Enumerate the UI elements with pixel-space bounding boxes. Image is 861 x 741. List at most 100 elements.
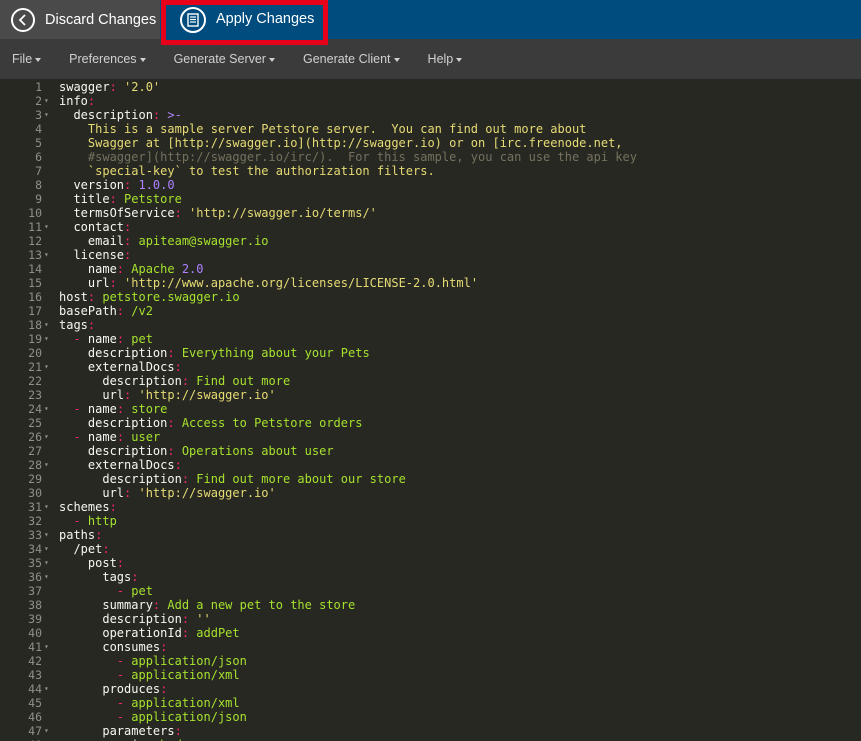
code-text: This is a sample server Petstore server.… bbox=[59, 122, 587, 136]
code-line[interactable]: 2 ▾ info: bbox=[0, 94, 861, 108]
code-line[interactable]: 47 ▾ parameters: bbox=[0, 724, 861, 738]
code-line[interactable]: 46 - application/json bbox=[0, 710, 861, 724]
menu-generate-server[interactable]: Generate Server bbox=[174, 52, 275, 66]
code-line[interactable]: 10 termsOfService: 'http://swagger.io/te… bbox=[0, 206, 861, 220]
fold-arrow-icon[interactable]: ▾ bbox=[44, 570, 52, 584]
line-number: 3 bbox=[35, 108, 42, 122]
code-line[interactable]: 20 description: Everything about your Pe… bbox=[0, 346, 861, 360]
code-line[interactable]: 31 ▾ schemes: bbox=[0, 500, 861, 514]
code-line[interactable]: 41 ▾ consumes: bbox=[0, 640, 861, 654]
fold-arrow-icon[interactable]: ▾ bbox=[44, 458, 52, 472]
line-number: 21 bbox=[28, 360, 42, 374]
code-line[interactable]: 18 ▾ tags: bbox=[0, 318, 861, 332]
code-line[interactable]: 14 name: Apache 2.0 bbox=[0, 262, 861, 276]
code-line[interactable]: 30 url: 'http://swagger.io' bbox=[0, 486, 861, 500]
code-text: description: Operations about user bbox=[59, 444, 334, 458]
yaml-code-editor[interactable]: 1 swagger: '2.0' 2 ▾ info: 3 ▾ description: >-… bbox=[0, 79, 861, 741]
code-line[interactable]: 24 ▾ - name: store bbox=[0, 402, 861, 416]
line-number: 27 bbox=[28, 444, 42, 458]
line-number: 19 bbox=[28, 332, 42, 346]
code-line[interactable]: 12 email: apiteam@swagger.io bbox=[0, 234, 861, 248]
fold-arrow-icon[interactable]: ▾ bbox=[44, 500, 52, 514]
code-line[interactable]: 34 ▾ /pet: bbox=[0, 542, 861, 556]
fold-arrow-icon[interactable]: ▾ bbox=[44, 94, 52, 108]
code-line[interactable]: 44 ▾ produces: bbox=[0, 682, 861, 696]
line-number: 45 bbox=[28, 696, 42, 710]
fold-arrow-icon[interactable]: ▾ bbox=[44, 318, 52, 332]
code-line[interactable]: 26 ▾ - name: user bbox=[0, 430, 861, 444]
menu-help[interactable]: Help bbox=[428, 52, 463, 66]
fold-arrow-icon[interactable]: ▾ bbox=[44, 430, 52, 444]
line-number: 36 bbox=[28, 570, 42, 584]
fold-arrow-icon[interactable]: ▾ bbox=[44, 640, 52, 654]
code-line[interactable]: 3 ▾ description: >- bbox=[0, 108, 861, 122]
code-text: info: bbox=[59, 94, 96, 108]
line-number: 1 bbox=[35, 80, 42, 94]
fold-arrow-icon[interactable]: ▾ bbox=[44, 542, 52, 556]
code-line[interactable]: 33 ▾ paths: bbox=[0, 528, 861, 542]
fold-arrow-icon[interactable]: ▾ bbox=[44, 108, 52, 122]
code-line[interactable]: 29 description: Find out more about our … bbox=[0, 472, 861, 486]
fold-arrow-icon[interactable]: ▾ bbox=[44, 556, 52, 570]
line-number: 38 bbox=[28, 598, 42, 612]
code-line[interactable]: 9 title: Petstore bbox=[0, 192, 861, 206]
caret-down-icon bbox=[456, 57, 463, 62]
code-line[interactable]: 35 ▾ post: bbox=[0, 556, 861, 570]
fold-arrow-icon[interactable]: ▾ bbox=[44, 220, 52, 234]
code-line[interactable]: 38 summary: Add a new pet to the store bbox=[0, 598, 861, 612]
code-line[interactable]: 7 `special-key` to test the authorizatio… bbox=[0, 164, 861, 178]
code-text: summary: Add a new pet to the store bbox=[59, 598, 356, 612]
fold-arrow-icon[interactable]: ▾ bbox=[44, 682, 52, 696]
code-line[interactable]: 39 description: '' bbox=[0, 612, 861, 626]
code-line[interactable]: 5 Swagger at [http://swagger.io](http://… bbox=[0, 136, 861, 150]
fold-arrow-icon[interactable]: ▾ bbox=[44, 402, 52, 416]
code-line[interactable]: 37 - pet bbox=[0, 584, 861, 598]
line-number: 17 bbox=[28, 304, 42, 318]
menu-file[interactable]: File bbox=[12, 52, 42, 66]
code-line[interactable]: 36 ▾ tags: bbox=[0, 570, 861, 584]
code-line[interactable]: 4 This is a sample server Petstore serve… bbox=[0, 122, 861, 136]
code-line[interactable]: 17 basePath: /v2 bbox=[0, 304, 861, 318]
code-line[interactable]: 45 - application/xml bbox=[0, 696, 861, 710]
code-line[interactable]: 23 url: 'http://swagger.io' bbox=[0, 388, 861, 402]
code-text: - application/xml bbox=[59, 696, 240, 710]
code-line[interactable]: 21 ▾ externalDocs: bbox=[0, 360, 861, 374]
line-number: 5 bbox=[35, 136, 42, 150]
code-line[interactable]: 28 ▾ externalDocs: bbox=[0, 458, 861, 472]
code-text: parameters: bbox=[59, 724, 182, 738]
code-text: - application/xml bbox=[59, 668, 240, 682]
code-line[interactable]: 13 ▾ license: bbox=[0, 248, 861, 262]
code-text: description: Find out more bbox=[59, 374, 291, 388]
code-text: - pet bbox=[59, 584, 153, 598]
code-line[interactable]: 42 - application/json bbox=[0, 654, 861, 668]
fold-arrow-icon[interactable]: ▾ bbox=[44, 332, 52, 346]
line-number: 29 bbox=[28, 472, 42, 486]
discard-changes-button[interactable]: Discard Changes bbox=[0, 0, 160, 39]
fold-arrow-icon[interactable]: ▾ bbox=[44, 724, 52, 738]
apply-changes-button[interactable]: Apply Changes bbox=[161, 0, 328, 45]
code-line[interactable]: 40 operationId: addPet bbox=[0, 626, 861, 640]
code-line[interactable]: 6 #swagger](http://swagger.io/irc/). For… bbox=[0, 150, 861, 164]
code-line[interactable]: 1 swagger: '2.0' bbox=[0, 80, 861, 94]
code-text: tags: bbox=[59, 570, 139, 584]
line-number: 11 bbox=[28, 220, 42, 234]
code-line[interactable]: 8 version: 1.0.0 bbox=[0, 178, 861, 192]
fold-arrow-icon[interactable]: ▾ bbox=[44, 248, 52, 262]
code-text: contact: bbox=[59, 220, 132, 234]
code-line[interactable]: 15 url: 'http://www.apache.org/licenses/… bbox=[0, 276, 861, 290]
line-number: 42 bbox=[28, 654, 42, 668]
code-line[interactable]: 22 description: Find out more bbox=[0, 374, 861, 388]
code-line[interactable]: 43 - application/xml bbox=[0, 668, 861, 682]
code-line[interactable]: 32 - http bbox=[0, 514, 861, 528]
code-line[interactable]: 19 ▾ - name: pet bbox=[0, 332, 861, 346]
code-line[interactable]: 25 description: Access to Petstore order… bbox=[0, 416, 861, 430]
code-line[interactable]: 27 description: Operations about user bbox=[0, 444, 861, 458]
fold-arrow-icon[interactable]: ▾ bbox=[44, 528, 52, 542]
menu-generate-client[interactable]: Generate Client bbox=[303, 52, 400, 66]
menu-preferences[interactable]: Preferences bbox=[69, 52, 146, 66]
code-line[interactable]: 16 host: petstore.swagger.io bbox=[0, 290, 861, 304]
code-line[interactable]: 11 ▾ contact: bbox=[0, 220, 861, 234]
fold-arrow-icon[interactable]: ▾ bbox=[44, 360, 52, 374]
line-number: 20 bbox=[28, 346, 42, 360]
code-lines: 1 swagger: '2.0' 2 ▾ info: 3 ▾ description: >-… bbox=[0, 80, 861, 741]
